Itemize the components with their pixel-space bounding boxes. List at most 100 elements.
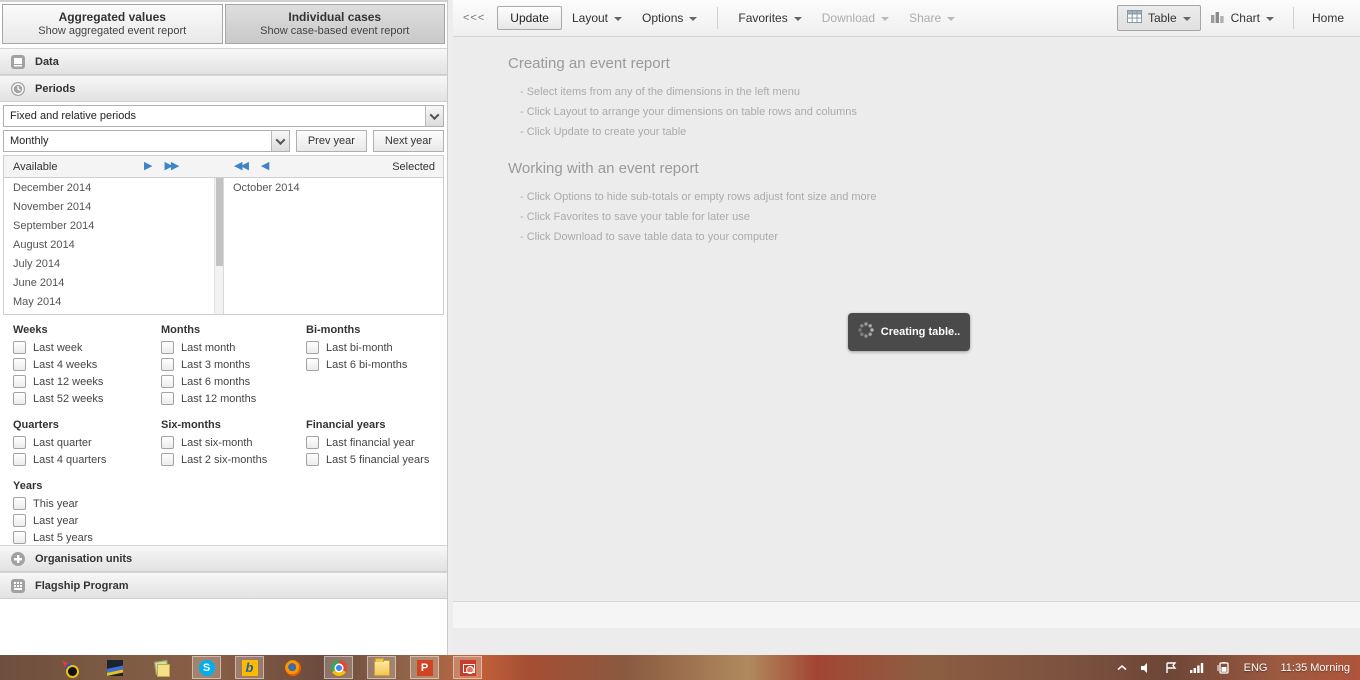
screen-share-icon[interactable] bbox=[453, 656, 482, 679]
available-period-item[interactable]: November 2014 bbox=[4, 197, 223, 216]
checkbox-box[interactable] bbox=[13, 436, 26, 449]
chrome-icon[interactable] bbox=[324, 656, 353, 679]
checkbox-last-5-financial-years[interactable]: Last 5 financial years bbox=[306, 453, 444, 466]
available-list-scrollbar[interactable] bbox=[214, 178, 223, 314]
clock[interactable]: 11:35 Morning bbox=[1280, 662, 1350, 674]
action-center-flag-icon[interactable] bbox=[1165, 662, 1177, 674]
checkbox-box[interactable] bbox=[306, 453, 319, 466]
available-period-item[interactable]: June 2014 bbox=[4, 273, 223, 292]
checkbox-box[interactable] bbox=[306, 436, 319, 449]
checkbox-last-financial-year[interactable]: Last financial year bbox=[306, 436, 444, 449]
available-period-item[interactable]: July 2014 bbox=[4, 254, 223, 273]
checkbox-last-week[interactable]: Last week bbox=[13, 341, 161, 354]
favorites-menu-button[interactable]: Favorites bbox=[728, 6, 811, 30]
chart-view-button[interactable]: Chart bbox=[1201, 6, 1283, 30]
bing-icon[interactable]: b bbox=[235, 656, 264, 679]
checkbox-box[interactable] bbox=[306, 358, 319, 371]
photo-app-icon[interactable] bbox=[100, 656, 130, 679]
checkbox-box[interactable] bbox=[13, 514, 26, 527]
checkbox-last-6-bi-months[interactable]: Last 6 bi-months bbox=[306, 358, 444, 371]
table-view-button[interactable]: Table bbox=[1117, 5, 1201, 31]
checkbox-box[interactable] bbox=[13, 358, 26, 371]
period-type-select[interactable]: Fixed and relative periods bbox=[3, 105, 444, 127]
update-button[interactable]: Update bbox=[497, 6, 562, 30]
available-period-item[interactable]: December 2014 bbox=[4, 178, 223, 197]
next-year-button[interactable]: Next year bbox=[373, 130, 444, 152]
screen-share-icon bbox=[460, 660, 476, 676]
options-menu-button[interactable]: Options bbox=[632, 6, 707, 30]
guide-title: Creating an event report bbox=[508, 55, 857, 72]
language-indicator[interactable]: ENG bbox=[1244, 662, 1268, 674]
prev-year-button[interactable]: Prev year bbox=[296, 130, 367, 152]
checkbox-last-2-six-months[interactable]: Last 2 six-months bbox=[161, 453, 306, 466]
period-granularity-select[interactable]: Monthly bbox=[3, 130, 290, 152]
available-period-item[interactable]: May 2014 bbox=[4, 292, 223, 311]
sticky-notes-icon[interactable] bbox=[146, 656, 176, 679]
home-button[interactable]: Home bbox=[1304, 6, 1352, 30]
checkbox-box[interactable] bbox=[13, 375, 26, 388]
checkbox-box[interactable] bbox=[161, 375, 174, 388]
accordion-flagship-program[interactable]: Flagship Program bbox=[0, 572, 447, 599]
guide-bullet: - Click Favorites to save your table for… bbox=[520, 211, 876, 223]
selected-period-item[interactable]: October 2014 bbox=[224, 178, 443, 197]
checkbox-box[interactable] bbox=[13, 392, 26, 405]
creating-table-toast: Creating table.. bbox=[848, 313, 970, 351]
file-explorer-icon[interactable] bbox=[367, 656, 396, 679]
checkbox-box[interactable] bbox=[306, 341, 319, 354]
checkbox-box[interactable] bbox=[161, 436, 174, 449]
checkbox-box[interactable] bbox=[13, 531, 26, 544]
checkbox-label: Last 4 quarters bbox=[33, 454, 106, 466]
available-period-item[interactable]: August 2014 bbox=[4, 235, 223, 254]
volume-icon[interactable] bbox=[1140, 662, 1152, 674]
checkbox-box[interactable] bbox=[13, 453, 26, 466]
checkbox-box[interactable] bbox=[161, 453, 174, 466]
start-button[interactable] bbox=[8, 656, 38, 679]
cursor-tool-icon[interactable] bbox=[54, 656, 84, 679]
selected-periods-list[interactable]: October 2014 bbox=[224, 178, 443, 314]
checkbox-last-52-weeks[interactable]: Last 52 weeks bbox=[13, 392, 161, 405]
move-all-left-icon[interactable]: ◀◀ bbox=[234, 161, 247, 172]
section-label: Data bbox=[35, 56, 59, 68]
checkbox-last-month[interactable]: Last month bbox=[161, 341, 306, 354]
checkbox-last-6-months[interactable]: Last 6 months bbox=[161, 375, 306, 388]
checkbox-last-quarter[interactable]: Last quarter bbox=[13, 436, 161, 449]
accordion-periods[interactable]: Periods bbox=[0, 75, 447, 102]
tab-individual-cases[interactable]: Individual cases Show case-based event r… bbox=[225, 4, 446, 44]
hidden-icons-chevron[interactable] bbox=[1117, 664, 1127, 672]
checkbox-last-4-weeks[interactable]: Last 4 weeks bbox=[13, 358, 161, 371]
move-all-right-icon[interactable]: ▶▶ bbox=[164, 161, 177, 172]
chevron-down-icon[interactable] bbox=[425, 106, 443, 126]
checkbox-last-3-months[interactable]: Last 3 months bbox=[161, 358, 306, 371]
move-selected-left-icon[interactable]: ◀ bbox=[261, 161, 267, 172]
checkbox-box[interactable] bbox=[161, 358, 174, 371]
checkbox-last-4-quarters[interactable]: Last 4 quarters bbox=[13, 453, 161, 466]
checkbox-box[interactable] bbox=[13, 497, 26, 510]
checkbox-last-year[interactable]: Last year bbox=[13, 514, 161, 527]
move-selected-right-icon[interactable]: ▶ bbox=[144, 161, 150, 172]
available-periods-list[interactable]: December 2014November 2014September 2014… bbox=[4, 178, 224, 314]
checkbox-box[interactable] bbox=[13, 341, 26, 354]
battery-icon[interactable] bbox=[1217, 662, 1231, 674]
accordion-data[interactable]: Data bbox=[0, 48, 447, 75]
skype-icon[interactable]: S bbox=[192, 656, 221, 679]
firefox-icon[interactable] bbox=[278, 656, 308, 679]
collapse-sidebar-button[interactable]: <<< bbox=[463, 12, 485, 24]
guide-bullet: - Click Download to save table data to y… bbox=[520, 231, 876, 243]
accordion-organisation-units[interactable]: Organisation units bbox=[0, 545, 447, 572]
checkbox-last-12-weeks[interactable]: Last 12 weeks bbox=[13, 375, 161, 388]
checkbox-box[interactable] bbox=[161, 392, 174, 405]
tab-aggregated-values[interactable]: Aggregated values Show aggregated event … bbox=[2, 4, 223, 44]
checkbox-this-year[interactable]: This year bbox=[13, 497, 161, 510]
checkbox-last-six-month[interactable]: Last six-month bbox=[161, 436, 306, 449]
layout-menu-button[interactable]: Layout bbox=[562, 6, 632, 30]
report-content-area: Creating an event report - Select items … bbox=[453, 37, 1360, 628]
available-period-item[interactable]: September 2014 bbox=[4, 216, 223, 235]
chevron-down-icon[interactable] bbox=[271, 131, 289, 151]
checkbox-box[interactable] bbox=[161, 341, 174, 354]
checkbox-last-5-years[interactable]: Last 5 years bbox=[13, 531, 161, 544]
network-signal-icon[interactable] bbox=[1190, 662, 1204, 673]
checkbox-label: Last 2 six-months bbox=[181, 454, 267, 466]
powerpoint-icon[interactable]: P bbox=[410, 656, 439, 679]
checkbox-last-12-months[interactable]: Last 12 months bbox=[161, 392, 306, 405]
checkbox-last-bi-month[interactable]: Last bi-month bbox=[306, 341, 444, 354]
